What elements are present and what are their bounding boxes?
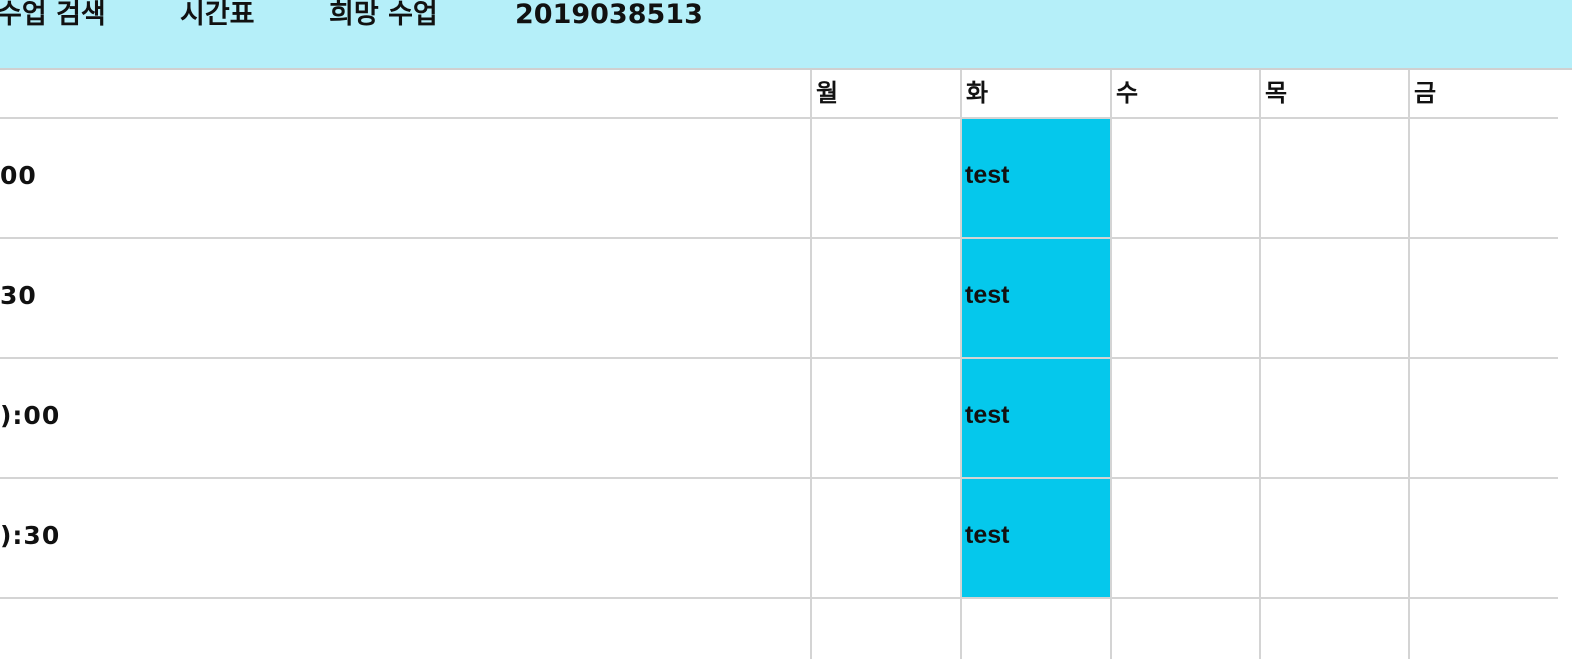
- slot-tue-class[interactable]: test: [960, 239, 1110, 357]
- time-cell: 00: [0, 119, 810, 237]
- day-header-thu: 목: [1259, 70, 1408, 117]
- table-row: [0, 599, 1558, 659]
- slot-mon[interactable]: [810, 239, 960, 357]
- slot-tue[interactable]: [960, 599, 1110, 659]
- slot-thu[interactable]: [1259, 119, 1408, 237]
- timetable-header-row: 월 화 수 목 금: [0, 70, 1558, 119]
- table-row: 30 test: [0, 239, 1558, 359]
- class-name: test: [965, 161, 1010, 189]
- slot-fri[interactable]: [1408, 239, 1558, 357]
- time-cell: ):30: [0, 479, 810, 597]
- day-header-tue: 화: [960, 70, 1110, 117]
- slot-mon[interactable]: [810, 119, 960, 237]
- day-header-wed: 수: [1110, 70, 1259, 117]
- class-name: test: [965, 401, 1010, 429]
- day-header-fri: 금: [1408, 70, 1558, 117]
- slot-thu[interactable]: [1259, 239, 1408, 357]
- slot-fri[interactable]: [1408, 119, 1558, 237]
- day-label: 금: [1414, 79, 1437, 107]
- slot-wed[interactable]: [1110, 119, 1259, 237]
- class-name: test: [965, 281, 1010, 309]
- day-label: 월: [816, 79, 839, 107]
- slot-wed[interactable]: [1110, 599, 1259, 659]
- day-label: 목: [1265, 79, 1288, 107]
- time-cell: [0, 599, 810, 659]
- slot-fri[interactable]: [1408, 479, 1558, 597]
- day-header-mon: 월: [810, 70, 960, 117]
- top-navigation-bar: 수업 검색 시간표 희망 수업 2019038513: [0, 0, 1572, 70]
- slot-thu[interactable]: [1259, 599, 1408, 659]
- table-row: ):30 test: [0, 479, 1558, 599]
- slot-fri[interactable]: [1408, 599, 1558, 659]
- slot-wed[interactable]: [1110, 479, 1259, 597]
- day-label: 화: [966, 79, 989, 107]
- nav-timetable[interactable]: 시간표: [180, 0, 255, 39]
- slot-mon[interactable]: [810, 359, 960, 477]
- slot-tue-class[interactable]: test: [960, 479, 1110, 597]
- nav-course-search[interactable]: 수업 검색: [0, 0, 106, 39]
- class-name: test: [965, 521, 1010, 549]
- table-row: ):00 test: [0, 359, 1558, 479]
- day-label: 수: [1116, 79, 1139, 107]
- nav-wishlist[interactable]: 희망 수업: [329, 0, 438, 39]
- time-label: ):00: [0, 401, 61, 430]
- table-row: 00 test: [0, 119, 1558, 239]
- slot-thu[interactable]: [1259, 359, 1408, 477]
- slot-fri[interactable]: [1408, 359, 1558, 477]
- slot-wed[interactable]: [1110, 359, 1259, 477]
- slot-tue-class[interactable]: test: [960, 119, 1110, 237]
- time-label: 30: [0, 281, 37, 310]
- slot-tue-class[interactable]: test: [960, 359, 1110, 477]
- time-cell: 30: [0, 239, 810, 357]
- nav-student-id[interactable]: 2019038513: [515, 0, 703, 39]
- time-label: 00: [0, 161, 37, 190]
- time-cell: ):00: [0, 359, 810, 477]
- slot-wed[interactable]: [1110, 239, 1259, 357]
- slot-thu[interactable]: [1259, 479, 1408, 597]
- slot-mon[interactable]: [810, 599, 960, 659]
- slot-mon[interactable]: [810, 479, 960, 597]
- time-label: ):30: [0, 521, 61, 550]
- time-column-header: [0, 70, 810, 117]
